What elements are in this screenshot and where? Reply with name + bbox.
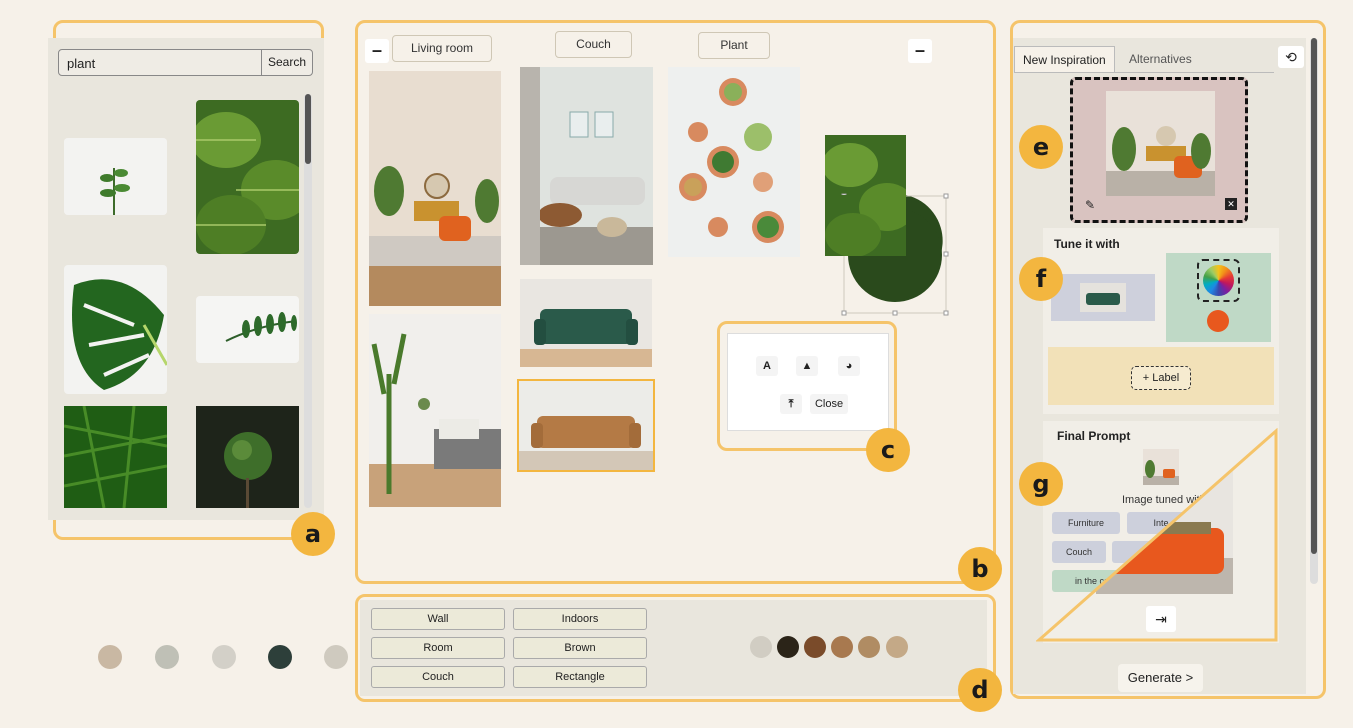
selected-color-dot[interactable]	[1207, 310, 1229, 332]
tag-chip[interactable]: Couch	[371, 666, 505, 688]
palette-swatch[interactable]	[886, 636, 908, 658]
result-image-leaf-sprig[interactable]	[196, 296, 299, 363]
collapse-left-button[interactable]: –	[365, 39, 389, 63]
tabs-underline	[1014, 72, 1274, 73]
inspiration-image[interactable]	[1106, 91, 1215, 196]
board-image-living-room-1[interactable]	[369, 71, 501, 306]
badge-b: b	[958, 547, 1002, 591]
tune-title: Tune it with	[1054, 237, 1120, 251]
text-tool-button[interactable]: A	[756, 356, 778, 376]
tag-chip[interactable]: Room	[371, 637, 505, 659]
group-label-plant[interactable]: Plant	[698, 32, 770, 59]
board-image-couch-3-selected[interactable]	[517, 379, 655, 472]
tune-couch-thumb	[1080, 283, 1126, 312]
shapes-icon[interactable]: ▲	[796, 356, 818, 376]
search-input[interactable]: plant	[58, 49, 262, 76]
tag-chip[interactable]: Wall	[371, 608, 505, 630]
group-label-couch[interactable]: Couch	[555, 31, 632, 58]
board-image-plant[interactable]	[668, 67, 800, 257]
panel-scrollbar-thumb[interactable]	[1311, 38, 1317, 554]
remove-image-icon[interactable]: ✕	[1225, 198, 1237, 210]
badge-g: g	[1019, 462, 1063, 506]
add-label-button[interactable]: + Label	[1131, 366, 1191, 390]
result-image-topiary[interactable]	[196, 406, 299, 508]
close-popup-button[interactable]: Close	[810, 394, 848, 414]
tag-chip[interactable]: Indoors	[513, 608, 647, 630]
generate-button[interactable]: Generate >	[1118, 664, 1203, 692]
badge-e: e	[1019, 125, 1063, 169]
palette-swatch[interactable]	[804, 636, 826, 658]
search-button[interactable]: Search	[261, 49, 313, 76]
palette-icon[interactable]: ◕	[838, 356, 860, 376]
board-image-living-room-2[interactable]	[369, 314, 501, 507]
badge-d: d	[958, 668, 1002, 712]
color-dot[interactable]	[98, 645, 122, 669]
result-image-sprout[interactable]	[64, 138, 167, 215]
palette-swatch[interactable]	[777, 636, 799, 658]
insert-image-icon[interactable]: ⇥	[1146, 606, 1176, 632]
board-image-couch-1[interactable]	[520, 67, 653, 265]
color-dot[interactable]	[155, 645, 179, 669]
group-label-living-room[interactable]: Living room	[392, 35, 492, 62]
results-scrollbar-thumb[interactable]	[305, 94, 311, 164]
board-image-couch-2[interactable]	[520, 279, 652, 367]
result-image-hosta[interactable]	[196, 100, 299, 254]
edit-brush-icon[interactable]: ✎	[1085, 198, 1095, 212]
upload-icon[interactable]: ⤒	[780, 394, 802, 414]
badge-a: a	[291, 512, 335, 556]
color-dot[interactable]	[324, 645, 348, 669]
result-image-monstera[interactable]	[64, 265, 167, 394]
tab-alternatives[interactable]: Alternatives	[1121, 46, 1200, 72]
color-wheel	[1203, 265, 1234, 296]
palette-swatch[interactable]	[750, 636, 772, 658]
color-dot[interactable]	[268, 645, 292, 669]
tag-chip[interactable]: Rectangle	[513, 666, 647, 688]
board-image-hosta-overlay	[825, 195, 906, 256]
result-image-fern[interactable]	[64, 406, 167, 508]
palette-swatch[interactable]	[858, 636, 880, 658]
tag-chip[interactable]: Brown	[513, 637, 647, 659]
tab-new-inspiration[interactable]: New Inspiration	[1014, 46, 1115, 72]
tool-popup: A ▲ ◕ ⤒ Close	[727, 333, 889, 431]
collapse-right-button[interactable]: –	[908, 39, 932, 63]
color-dot[interactable]	[212, 645, 236, 669]
badge-f: f	[1019, 257, 1063, 301]
palette-swatch[interactable]	[831, 636, 853, 658]
badge-c: c	[866, 428, 910, 472]
history-icon[interactable]: ⟲	[1278, 46, 1304, 68]
